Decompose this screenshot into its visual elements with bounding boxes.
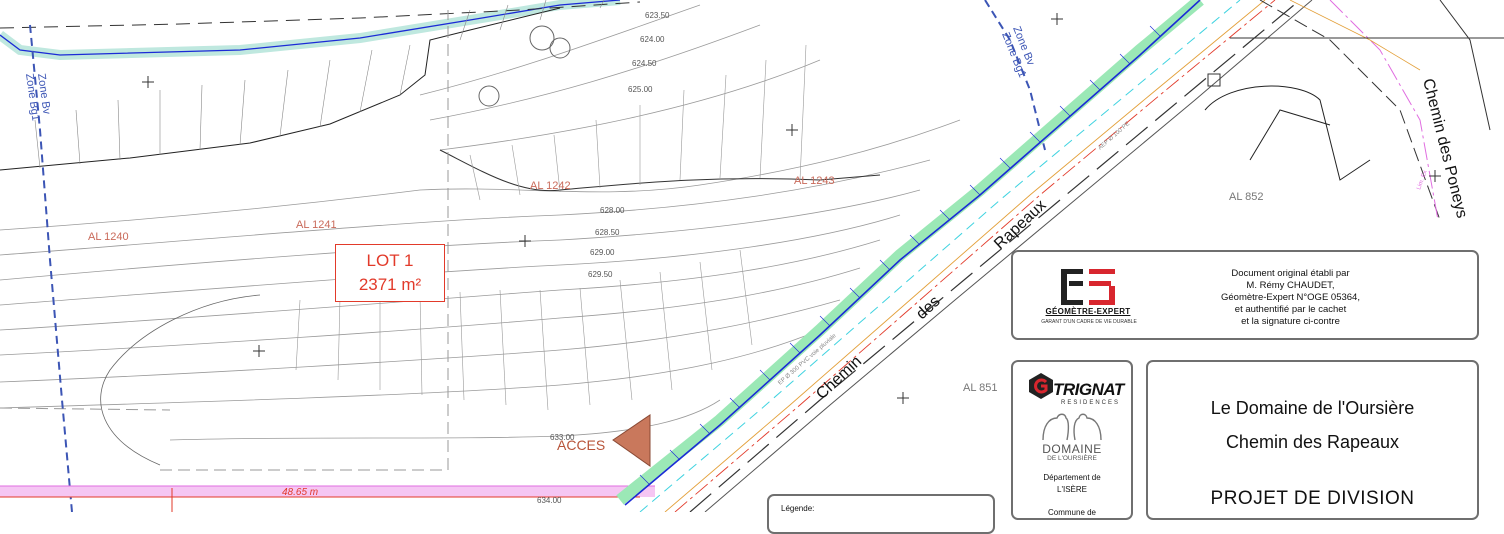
road-name-poneys: Chemin des Poneys: [1419, 77, 1470, 220]
legend-box: Légende:: [767, 494, 995, 534]
lot-boundary-mid: [0, 407, 171, 411]
tree-symbols: [478, 25, 571, 107]
project-address: Chemin des Rapeaux: [1225, 432, 1400, 452]
contour-label: 624.00: [640, 35, 665, 44]
lot-boundary: [160, 10, 449, 471]
contour-lines: [0, 4, 961, 441]
contour-label: 629.00: [590, 248, 615, 257]
lot-label: LOT 1 2371 m²: [335, 244, 445, 302]
geometre-expert-tagline: GARANT D'UN CADRE DE VIE DURABLE: [1041, 319, 1137, 325]
commune: Commune de: [1047, 508, 1097, 517]
zone-boundary-right: [984, 0, 1046, 151]
network-annotation: Lim. Ex: [1416, 170, 1428, 191]
domaine-sub: DE L'OURSIÈRE: [1047, 455, 1097, 462]
geometre-expert-name: GÉOMÈTRE-EXPERT: [1045, 307, 1131, 316]
contour-label: 628.00: [600, 206, 625, 215]
document-type: PROJET DE DIVISION: [1210, 488, 1415, 509]
parcel-label: AL 852: [1229, 191, 1263, 203]
contour-label: 623.50: [645, 11, 670, 20]
contour-label: 629.50: [588, 270, 613, 279]
road-name-word: des: [913, 293, 943, 323]
road-name-word: Rapeaux: [991, 197, 1049, 253]
cert-line: M. Rémy CHAUDET,: [1246, 280, 1335, 291]
road-edge-top: [0, 0, 621, 61]
poneys-edge: [1204, 85, 1371, 181]
project-name: Le Domaine de l'Oursière: [1210, 398, 1415, 418]
cert-line: Document original établi par: [1231, 268, 1350, 279]
lot-name: LOT 1: [366, 251, 414, 270]
cert-line: Géomètre-Expert N°OGE 05364,: [1221, 292, 1360, 303]
parcel-label: AL 1243: [794, 175, 835, 187]
parcel-label: AL 851: [963, 382, 997, 394]
contour-label: 625.00: [628, 85, 653, 94]
trignat-sub: RESIDENCES: [1061, 400, 1121, 406]
parcel-label: AL 1241: [296, 219, 337, 231]
cert-line: et la signature ci-contre: [1241, 316, 1340, 327]
poneys-edge-2: [1249, 109, 1331, 161]
parcel-label: AL 1240: [88, 231, 129, 243]
contour-label: 634.00: [537, 496, 562, 505]
acces-label: ACCES: [557, 437, 606, 453]
parcel-label: AL 1242: [530, 180, 571, 192]
domaine-word: DOMAINE: [1042, 442, 1102, 456]
poneys-edge-right: [1439, 0, 1491, 131]
cert-line: et authentifié par le cachet: [1234, 304, 1347, 315]
network-annotation: AEP Ø 100 PE: [1097, 121, 1131, 152]
poneys-dashed: [1259, 0, 1441, 221]
dimension-label: 48.65 m: [282, 487, 318, 498]
certification-text: Document original établi par M. Rémy CHA…: [1163, 268, 1418, 328]
dept-line: L'ISÈRE: [1057, 485, 1087, 494]
poneys-orange: [1289, 0, 1421, 71]
trignat-logo-icon: [1029, 373, 1053, 399]
developer-box: TRIGNAT RESIDENCES DOMAINE DE L'OURSIÈRE…: [1011, 360, 1133, 520]
title-block: Le Domaine de l'Oursière Chemin des Rape…: [1146, 360, 1479, 520]
contour-label: 628.50: [595, 228, 620, 237]
slope-hatch-middle: [295, 44, 807, 411]
dept-line: Département de: [1043, 473, 1101, 482]
lot-area: 2371 m²: [358, 275, 422, 294]
trignat-brand: TRIGNAT: [1053, 380, 1124, 399]
bear-logo-icon: [1042, 413, 1102, 441]
acces-arrow: [612, 414, 651, 467]
contour-label: 624.50: [632, 59, 657, 68]
departement: Département de L'ISÈRE: [1013, 472, 1131, 496]
slope-top-line: [0, 7, 561, 171]
certification-box: GÉOMÈTRE-EXPERT GARANT D'UN CADRE DE VIE…: [1011, 250, 1479, 340]
